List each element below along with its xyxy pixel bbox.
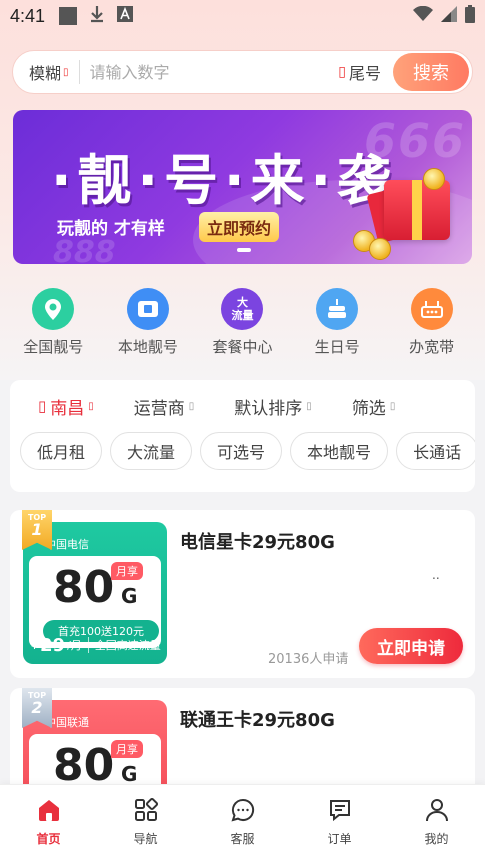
chevron-down-icon: ▯ xyxy=(188,400,195,412)
chevron-down-icon: ▯ xyxy=(306,400,312,412)
chip-local-numbers[interactable]: 本地靓号 xyxy=(290,432,389,470)
banner-deco-number-bottom: 888 xyxy=(53,235,116,264)
price-prefix: ¥ xyxy=(31,638,38,652)
cake-icon xyxy=(316,288,359,330)
nav-customer-service[interactable]: 客服 xyxy=(208,797,278,862)
category-label: 生日号 xyxy=(314,338,360,356)
data-unit: G xyxy=(121,762,138,786)
category-national-numbers[interactable]: 全国靓号 xyxy=(8,288,98,364)
nav-guide[interactable]: 导航 xyxy=(111,797,181,862)
category-label: 本地靓号 xyxy=(117,338,178,356)
filter-sort-label: 默认排序 xyxy=(234,398,303,419)
search-input[interactable] xyxy=(89,62,339,82)
category-label: 办宽带 xyxy=(409,338,455,356)
price-bar: ¥ 29 /月 全国高速流量 xyxy=(23,626,167,664)
checkbox-icon: ▯ xyxy=(338,64,346,80)
chevron-down-icon: ▯ xyxy=(389,400,396,412)
price-unit: /月 xyxy=(67,639,82,652)
category-label: 套餐中心 xyxy=(212,338,273,356)
location-marker-icon: ▯ xyxy=(38,397,47,415)
search-mode-label: 模糊 xyxy=(29,64,62,83)
coin-icon xyxy=(423,168,445,190)
chip-selectable-number[interactable]: 可选号 xyxy=(200,432,283,470)
big-traffic-icon: 大流量 xyxy=(221,288,264,330)
nav-label: 首页 xyxy=(36,832,61,846)
chip-low-rent[interactable]: 低月租 xyxy=(20,432,103,470)
chat-icon xyxy=(230,797,256,827)
nav-label: 客服 xyxy=(230,832,255,846)
product-title: 电信星卡29元80G xyxy=(180,532,335,553)
tail-number-toggle[interactable]: ▯ 尾号 xyxy=(338,60,381,84)
carousel-indicator xyxy=(237,248,251,252)
download-icon xyxy=(89,5,105,28)
chip-big-traffic[interactable]: 大流量 xyxy=(110,432,193,470)
router-icon xyxy=(410,288,453,330)
wifi-icon xyxy=(413,5,433,27)
filter-more[interactable]: 筛选 ▯ xyxy=(352,394,396,419)
promo-banner[interactable]: 666 888 ·靓·号·来·袭 玩靓的 才有样 立即预约 xyxy=(13,110,472,264)
filter-city[interactable]: ▯ 南昌 ▯ xyxy=(38,394,94,419)
nav-home[interactable]: 首页 xyxy=(14,797,84,862)
search-bar: 模糊 ▯ ▯ 尾号 搜索 xyxy=(12,50,473,94)
data-unit: G xyxy=(121,584,138,608)
category-plan-center[interactable]: 大流量 套餐中心 xyxy=(197,288,287,364)
location-pin-icon xyxy=(32,288,75,330)
cellular-signal-icon xyxy=(441,5,457,27)
notification-square-icon xyxy=(59,7,78,25)
monthly-tag: 月享 xyxy=(111,740,143,758)
banner-reserve-button[interactable]: 立即预约 xyxy=(199,212,280,242)
search-button[interactable]: 搜索 xyxy=(393,53,469,91)
filter-sort[interactable]: 默认排序 ▯ xyxy=(234,394,312,419)
monthly-tag: 月享 xyxy=(111,562,143,580)
category-grid: 全国靓号 本地靓号 大流量 套餐中心 生日号 办宽带 xyxy=(0,288,485,364)
gift-box-icon xyxy=(384,180,450,240)
rank-number: 1 xyxy=(31,520,43,539)
chevron-down-icon: ▯ xyxy=(63,66,69,78)
nav-orders[interactable]: 订单 xyxy=(305,797,375,862)
rank-number: 2 xyxy=(31,698,43,717)
data-amount: 80 xyxy=(53,562,115,613)
user-icon xyxy=(424,797,450,827)
quick-filter-chips: 低月租 大流量 可选号 本地靓号 长通话 xyxy=(10,432,475,470)
product-title: 联通王卡29元80G xyxy=(180,710,335,731)
applicant-count: 20136人申请 xyxy=(268,652,349,667)
tail-number-label: 尾号 xyxy=(348,64,381,83)
category-broadband[interactable]: 办宽带 xyxy=(387,288,477,364)
status-bar: 4:41 xyxy=(0,0,485,32)
filter-more-label: 筛选 xyxy=(351,398,386,419)
order-icon xyxy=(327,797,353,827)
status-time: 4:41 xyxy=(10,5,46,26)
filter-tabs: ▯ 南昌 ▯ 运营商 ▯ 默认排序 ▯ 筛选 ▯ xyxy=(10,380,475,432)
coin-icon xyxy=(369,238,391,260)
nav-label: 导航 xyxy=(133,832,158,846)
category-label: 全国靓号 xyxy=(23,338,84,356)
battery-icon xyxy=(465,4,475,28)
chip-long-call[interactable]: 长通话 xyxy=(396,432,475,470)
nav-label: 我的 xyxy=(424,832,449,846)
search-divider xyxy=(78,60,80,84)
product-more-dots: .. xyxy=(432,568,440,582)
filter-city-label: 南昌 xyxy=(50,398,85,419)
banner-subtitle: 玩靓的 才有样 xyxy=(57,219,165,239)
apply-now-button[interactable]: 立即申请 xyxy=(359,628,463,664)
search-mode-dropdown[interactable]: 模糊 ▯ xyxy=(13,60,69,84)
filter-carrier[interactable]: 运营商 ▯ xyxy=(134,394,195,419)
category-birthday-numbers[interactable]: 生日号 xyxy=(292,288,382,364)
price-value: 29 xyxy=(40,634,66,656)
sim-card-icon xyxy=(126,288,169,330)
filter-carrier-label: 运营商 xyxy=(133,398,185,419)
banner-title: ·靓·号·来·袭 xyxy=(51,149,398,212)
home-icon xyxy=(36,797,62,827)
grid-icon xyxy=(133,797,159,827)
text-a-icon xyxy=(117,5,134,27)
chevron-down-icon: ▯ xyxy=(88,400,94,412)
filter-panel: ▯ 南昌 ▯ 运营商 ▯ 默认排序 ▯ 筛选 ▯ 低月租 大流量 可选号 本地靓… xyxy=(10,380,475,492)
category-local-numbers[interactable]: 本地靓号 xyxy=(103,288,193,364)
nav-label: 订单 xyxy=(327,832,352,846)
price-divider xyxy=(87,637,89,653)
product-card[interactable]: 中国电信 80 G 月享 首充100送120元 ¥ 29 /月 全国高速流量 T… xyxy=(10,510,475,678)
feature-label: 全国高速流量 xyxy=(94,639,161,652)
bottom-navigation: 首页 导航 客服 订单 我的 xyxy=(0,784,485,862)
nav-profile[interactable]: 我的 xyxy=(402,797,472,862)
